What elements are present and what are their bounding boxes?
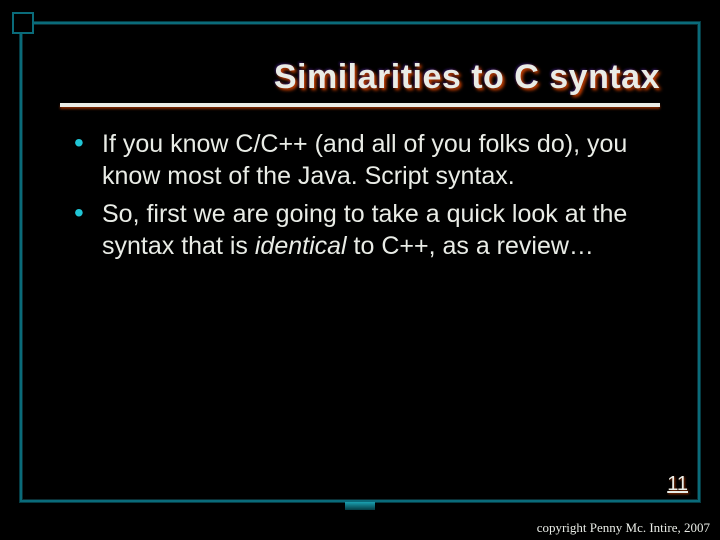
bullet-text-post: to C++, as a review… xyxy=(347,232,594,260)
slide-body: If you know C/C++ (and all of you folks … xyxy=(74,128,658,268)
corner-ornament xyxy=(12,12,34,34)
bullet-text-em: identical xyxy=(255,232,347,260)
bullet-item: If you know C/C++ (and all of you folks … xyxy=(74,128,658,192)
bullet-item: So, first we are going to take a quick l… xyxy=(74,198,658,262)
bottom-accent xyxy=(345,502,375,510)
slide-title: Similarities to C syntax xyxy=(274,58,660,101)
title-underline xyxy=(60,103,660,107)
page-number: 11 xyxy=(667,473,688,496)
title-area: Similarities to C syntax xyxy=(60,58,660,107)
bullet-list: If you know C/C++ (and all of you folks … xyxy=(74,128,658,262)
bullet-text: If you know C/C++ (and all of you folks … xyxy=(102,130,627,190)
slide: Similarities to C syntax If you know C/C… xyxy=(0,0,720,540)
copyright-text: copyright Penny Mc. Intire, 2007 xyxy=(537,520,710,536)
